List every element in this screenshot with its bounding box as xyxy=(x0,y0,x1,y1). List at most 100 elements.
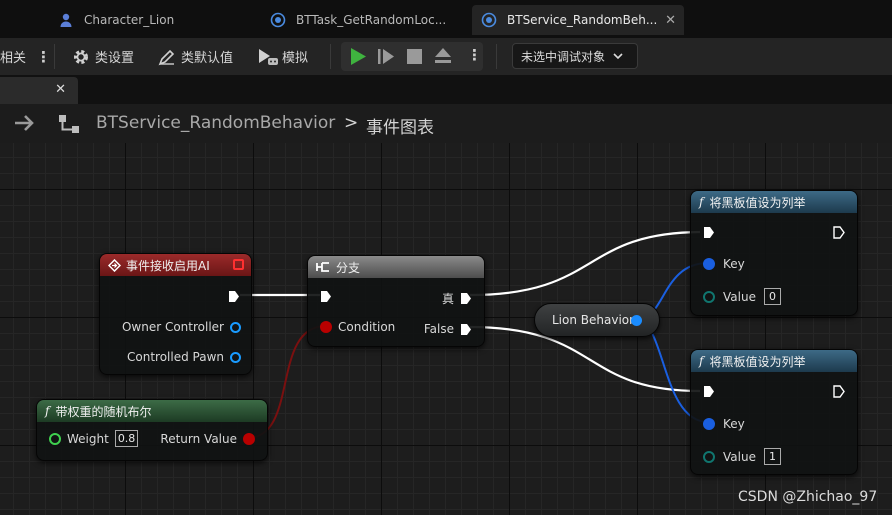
owner-controller-pin-row: Owner Controller xyxy=(122,320,241,334)
exec-in-pin[interactable] xyxy=(703,226,715,242)
tab-bttask-getrandomlocation[interactable]: BTTask_GetRandomLoc... xyxy=(258,5,470,35)
gear-icon xyxy=(72,48,90,66)
related-button[interactable]: 相关 xyxy=(0,38,28,75)
value-pin-row: Value 0 xyxy=(703,288,781,305)
node-title: 带权重的随机布尔 xyxy=(55,404,152,419)
toolbar-divider xyxy=(496,44,497,69)
more-options-icon[interactable]: ⋮ xyxy=(467,46,482,64)
watermark: CSDN @Zhichao_97 xyxy=(738,489,878,505)
breadcrumb: BTService_RandomBehavior > 事件图表 xyxy=(0,104,892,143)
step-icon[interactable] xyxy=(377,48,395,68)
graph-tab-row: ✕ xyxy=(0,75,892,104)
return-value-pin-row: Return Value xyxy=(160,432,255,446)
stop-icon[interactable] xyxy=(407,49,422,67)
class-defaults-label: 类默认值 xyxy=(181,51,234,66)
blueprint-icon xyxy=(481,12,497,28)
pin-label: Value xyxy=(723,289,756,304)
debug-object-dropdown[interactable]: 未选中调试对象 xyxy=(512,43,638,69)
toolbar-divider xyxy=(54,44,55,69)
object-pin[interactable] xyxy=(230,351,241,363)
tab-label: BTService_RandomBeh... xyxy=(507,13,658,27)
arrow-right-icon[interactable] xyxy=(14,114,36,135)
bool-pin[interactable] xyxy=(320,321,332,333)
key-pin[interactable] xyxy=(703,418,715,430)
close-icon[interactable]: ✕ xyxy=(55,82,66,97)
set-blackboard-enum-node-1[interactable]: f 将黑板值设为列举 Key Value 0 xyxy=(690,190,858,316)
object-pin[interactable] xyxy=(230,321,241,333)
graph-hierarchy-icon xyxy=(58,114,80,137)
class-settings-button[interactable]: 类设置 xyxy=(72,38,134,75)
blueprint-icon xyxy=(270,12,286,28)
close-icon[interactable]: ✕ xyxy=(665,13,676,28)
exec-true-pin[interactable] xyxy=(460,292,472,305)
node-header: f 带权重的随机布尔 xyxy=(37,400,267,422)
toolbar: 相关 ⋮ 类设置 类默认值 模拟 ⋮ 未选中调试对象 xyxy=(0,38,892,75)
key-pin[interactable] xyxy=(703,258,715,270)
set-blackboard-enum-node-2[interactable]: f 将黑板值设为列举 Key Value 1 xyxy=(690,349,858,475)
pin-label: False xyxy=(423,322,454,336)
pin-label: Condition xyxy=(338,320,396,334)
random-bool-weight-node[interactable]: f 带权重的随机布尔 Weight 0.8 Return Value xyxy=(36,399,268,461)
exec-wire-true-to-set1 xyxy=(469,230,701,297)
variable-node-lion-behavior[interactable]: Lion Behavior xyxy=(534,303,660,337)
pin-label: Value xyxy=(723,449,756,464)
function-icon: f xyxy=(699,195,704,209)
float-pin[interactable] xyxy=(49,432,61,445)
exec-out-pin[interactable] xyxy=(833,226,845,242)
eject-icon[interactable] xyxy=(434,48,452,67)
node-header: f 将黑板值设为列举 xyxy=(691,350,857,372)
exec-in-pin[interactable] xyxy=(703,385,715,401)
chevron-down-icon xyxy=(613,52,623,60)
exec-false-pin[interactable] xyxy=(460,323,472,336)
node-header: 事件接收启用AI xyxy=(100,254,251,276)
tab-btservice-randombehavior[interactable]: BTService_RandomBeh... ✕ xyxy=(472,5,684,35)
tab-event-graph[interactable]: ✕ xyxy=(0,77,78,104)
function-icon: f xyxy=(699,354,704,368)
character-icon xyxy=(58,12,74,28)
tab-label: Character_Lion xyxy=(84,13,175,27)
false-pin-row: False xyxy=(424,322,472,336)
pin-label: Return Value xyxy=(160,432,237,446)
related-label: 相关 xyxy=(0,51,27,66)
value-pin-row: Value 1 xyxy=(703,448,781,465)
playback-controls: ⋮ xyxy=(341,42,483,71)
branch-icon xyxy=(316,260,330,274)
pin-label: Weight xyxy=(67,431,109,446)
value-input[interactable]: 0 xyxy=(763,288,781,305)
event-node-receive-activation[interactable]: 事件接收启用AI Owner Controller Controlled Paw… xyxy=(99,253,252,375)
true-pin-row: 真 xyxy=(442,290,472,307)
toolbar-divider xyxy=(330,44,331,69)
enum-pin[interactable] xyxy=(703,450,715,463)
edit-defaults-icon xyxy=(158,48,176,66)
event-icon xyxy=(108,258,121,272)
exec-in-pin[interactable] xyxy=(320,290,332,306)
pin-label: Owner Controller xyxy=(121,320,224,334)
tab-label: BTTask_GetRandomLoc... xyxy=(296,13,447,27)
debug-object-label: 未选中调试对象 xyxy=(521,49,606,64)
play-icon[interactable] xyxy=(349,47,367,69)
enum-pin[interactable] xyxy=(703,290,715,303)
pin-label: Key xyxy=(723,257,745,271)
branch-node[interactable]: 分支 真 Condition False xyxy=(307,255,485,347)
breadcrumb-root[interactable]: BTService_RandomBehavior xyxy=(96,113,335,133)
key-pin-row: Key xyxy=(703,257,745,271)
condition-pin-row: Condition xyxy=(320,320,395,334)
simulate-button[interactable]: 模拟 xyxy=(257,38,308,75)
bool-pin[interactable] xyxy=(243,433,255,445)
exec-out-pin[interactable] xyxy=(228,290,240,306)
simulate-label: 模拟 xyxy=(282,51,309,66)
pin-label: Key xyxy=(723,417,745,431)
tab-character-lion[interactable]: Character_Lion xyxy=(46,5,258,35)
more-options-icon[interactable]: ⋮ xyxy=(36,38,51,75)
controlled-pawn-pin-row: Controlled Pawn xyxy=(127,350,241,364)
value-input[interactable]: 1 xyxy=(763,448,781,465)
function-icon: f xyxy=(45,404,50,418)
node-header: f 将黑板值设为列举 xyxy=(691,191,857,213)
exec-out-pin[interactable] xyxy=(833,385,845,401)
delegate-pin-icon[interactable] xyxy=(233,259,244,270)
graph-canvas[interactable]: 事件接收启用AI Owner Controller Controlled Paw… xyxy=(0,143,892,515)
weight-pin-row: Weight 0.8 xyxy=(49,430,139,447)
class-defaults-button[interactable]: 类默认值 xyxy=(158,38,233,75)
object-pin[interactable] xyxy=(631,315,642,326)
weight-input[interactable]: 0.8 xyxy=(114,430,139,447)
